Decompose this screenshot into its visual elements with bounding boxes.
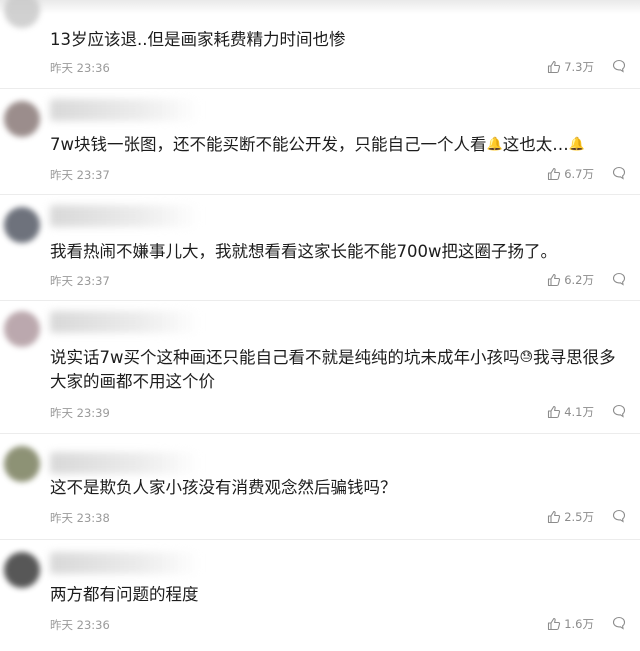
thumbs-up-icon (547, 405, 561, 419)
avatar[interactable] (4, 101, 40, 137)
comment-time: 昨天 23:36 (50, 618, 110, 632)
like-count: 1.6万 (564, 617, 594, 631)
comment-list: 13岁应该退..但是画家耗费精力时间也惨 昨天 23:36 7.3万 7w块钱一… (0, 0, 640, 651)
username[interactable] (50, 205, 200, 227)
comment-time: 昨天 23:36 (50, 61, 110, 75)
more-comment-icon[interactable] (612, 166, 626, 180)
comment-time: 昨天 23:37 (50, 274, 110, 288)
like-button[interactable]: 6.7万 (547, 166, 594, 182)
like-button[interactable]: 6.2万 (547, 272, 594, 288)
like-count: 6.2万 (564, 273, 594, 287)
thumbs-up-icon (547, 510, 561, 524)
comment-time: 昨天 23:38 (50, 511, 110, 525)
more-comment-icon[interactable] (612, 616, 626, 630)
more-comment-icon[interactable] (612, 272, 626, 286)
comment-item: 两方都有问题的程度 昨天 23:36 1.6万 (0, 540, 640, 651)
more-comment-icon[interactable] (612, 404, 626, 418)
comment-text: 说实话7w买个这种画还只能自己看不就是纯纯的坑未成年小孩吗😓我寻思很多大家的画都… (50, 348, 616, 391)
comment-text: 我看热闹不嫌事儿大，我就想看看这家长能不能700w把这圈子扬了。 (50, 242, 557, 261)
comment-item: 这不是欺负人家小孩没有消费观念然后骗钱吗？ 昨天 23:38 2.5万 (0, 434, 640, 540)
avatar[interactable] (4, 446, 40, 482)
comment-item: 7w块钱一张图，还不能买断不能公开发，只能自己一个人看🔔这也太…🔔 昨天 23:… (0, 89, 640, 195)
emoji-icon: 😓 (519, 350, 534, 365)
more-comment-icon[interactable] (612, 509, 626, 523)
username[interactable] (50, 552, 200, 574)
thumbs-up-icon (547, 617, 561, 631)
thumbs-up-icon (547, 167, 561, 181)
username[interactable] (50, 311, 200, 333)
like-count: 4.1万 (564, 405, 594, 419)
emoji-icon: 🔔 (486, 137, 503, 152)
like-count: 6.7万 (564, 167, 594, 181)
like-count: 2.5万 (564, 510, 594, 524)
avatar[interactable] (4, 0, 40, 28)
like-button[interactable]: 7.3万 (547, 59, 594, 75)
more-comment-icon[interactable] (612, 59, 626, 73)
comment-text: 7w块钱一张图，还不能买断不能公开发，只能自己一个人看🔔这也太…🔔 (50, 135, 585, 154)
like-count: 7.3万 (564, 60, 594, 74)
avatar[interactable] (4, 311, 40, 347)
thumbs-up-icon (547, 273, 561, 287)
comment-time: 昨天 23:37 (50, 168, 110, 182)
thumbs-up-icon (547, 60, 561, 74)
comment-item: 13岁应该退..但是画家耗费精力时间也惨 昨天 23:36 7.3万 (0, 0, 640, 89)
like-button[interactable]: 2.5万 (547, 509, 594, 525)
like-button[interactable]: 1.6万 (547, 616, 594, 632)
comment-text: 13岁应该退..但是画家耗费精力时间也惨 (50, 30, 346, 49)
comment-time: 昨天 23:39 (50, 406, 110, 420)
comment-item: 说实话7w买个这种画还只能自己看不就是纯纯的坑未成年小孩吗😓我寻思很多大家的画都… (0, 301, 640, 434)
avatar[interactable] (4, 207, 40, 243)
comment-text: 这不是欺负人家小孩没有消费观念然后骗钱吗？ (50, 478, 397, 497)
emoji-icon: 🔔 (568, 137, 585, 152)
like-button[interactable]: 4.1万 (547, 404, 594, 420)
avatar[interactable] (4, 552, 40, 588)
username[interactable] (50, 452, 200, 474)
comment-item: 我看热闹不嫌事儿大，我就想看看这家长能不能700w把这圈子扬了。 昨天 23:3… (0, 195, 640, 301)
comment-text: 两方都有问题的程度 (50, 585, 199, 604)
username[interactable] (50, 99, 200, 121)
